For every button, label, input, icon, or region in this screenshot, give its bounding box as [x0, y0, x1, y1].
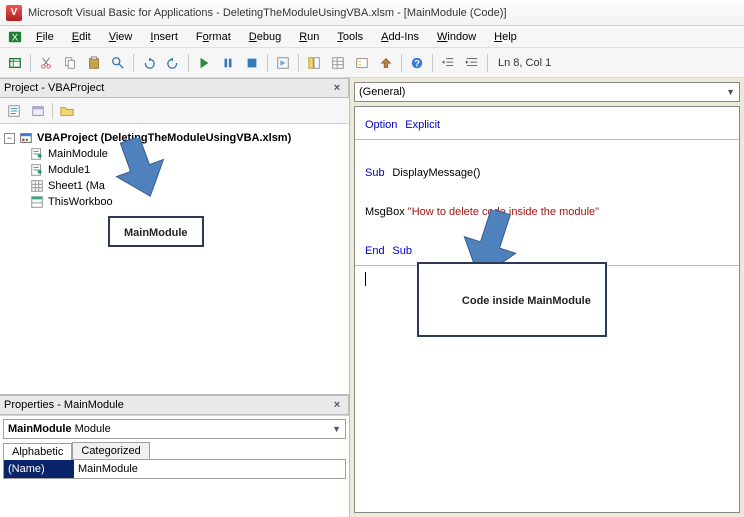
view-code-icon[interactable] [4, 101, 24, 121]
view-excel-icon[interactable] [4, 52, 26, 74]
menu-debug[interactable]: Debug [241, 29, 289, 45]
view-object-icon[interactable] [28, 101, 48, 121]
annotation-mainmodule: MainModule [108, 216, 204, 247]
menu-format[interactable]: Format [188, 29, 239, 45]
property-row[interactable]: (Name) MainModule [4, 460, 345, 478]
menu-help[interactable]: Help [486, 29, 525, 45]
excel-icon[interactable]: X [4, 26, 26, 48]
chevron-down-icon[interactable]: ▼ [332, 424, 341, 434]
properties-object-combo[interactable]: MainModule Module ▼ [3, 419, 346, 439]
property-value[interactable]: MainModule [74, 463, 142, 475]
object-combo-value: (General) [359, 86, 405, 98]
menu-file[interactable]: File [28, 29, 62, 45]
module-icon [30, 163, 44, 177]
project-toolbar [0, 98, 349, 124]
tree-item-label: ThisWorkboo [48, 196, 113, 208]
menu-window[interactable]: Window [429, 29, 484, 45]
tree-item-label: Module1 [48, 164, 90, 176]
toolbox-icon[interactable] [375, 52, 397, 74]
menu-insert[interactable]: Insert [142, 29, 186, 45]
property-name: (Name) [4, 460, 74, 478]
properties-panel-label: Properties - MainModule [4, 399, 124, 411]
properties-grid: (Name) MainModule [3, 459, 346, 479]
menubar: X File Edit View Insert Format Debug Run… [0, 26, 744, 48]
tree-item-label: MainModule [48, 148, 108, 160]
tree-project-root[interactable]: − VBAProject (DeletingTheModuleUsingVBA.… [4, 130, 345, 146]
project-tree[interactable]: − VBAProject (DeletingTheModuleUsingVBA.… [0, 124, 349, 395]
project-explorer-icon[interactable] [303, 52, 325, 74]
object-browser-icon[interactable] [351, 52, 373, 74]
menu-run[interactable]: Run [291, 29, 327, 45]
titlebar: V Microsoft Visual Basic for Application… [0, 0, 744, 26]
menu-view[interactable]: View [101, 29, 141, 45]
properties-tabs: Alphabetic Categorized [3, 442, 349, 459]
properties-panel-title: Properties - MainModule × [0, 395, 349, 415]
tree-item-mainmodule[interactable]: MainModule [4, 146, 345, 162]
cursor-position-label: Ln 8, Col 1 [498, 57, 551, 69]
window-title: Microsoft Visual Basic for Applications … [28, 7, 507, 19]
project-panel-label: Project - VBAProject [4, 82, 104, 94]
vba-logo-icon: V [6, 5, 22, 21]
design-mode-icon[interactable] [272, 52, 294, 74]
properties-panel: Properties - MainModule × MainModule Mod… [0, 395, 349, 517]
undo-icon[interactable] [138, 52, 160, 74]
toolbar: ? Ln 8, Col 1 [0, 48, 744, 78]
paste-icon[interactable] [83, 52, 105, 74]
run-icon[interactable] [193, 52, 215, 74]
annotation-code-inside: Code inside MainModule [417, 262, 607, 337]
module-icon [30, 147, 44, 161]
copy-icon[interactable] [59, 52, 81, 74]
project-panel-title: Project - VBAProject × [0, 78, 349, 98]
tree-item-sheet1[interactable]: Sheet1 (Ma [4, 178, 345, 194]
menu-edit[interactable]: Edit [64, 29, 99, 45]
properties-icon[interactable] [327, 52, 349, 74]
code-editor[interactable]: Option Explicit Sub DisplayMessage() Msg… [354, 106, 740, 513]
object-combo[interactable]: (General) ▼ [354, 82, 740, 102]
tree-collapse-icon[interactable]: − [4, 133, 15, 144]
svg-text:?: ? [414, 58, 420, 69]
redo-icon[interactable] [162, 52, 184, 74]
project-icon [19, 131, 33, 145]
menu-addins[interactable]: Add-Ins [373, 29, 427, 45]
tree-item-module1[interactable]: Module1 [4, 162, 345, 178]
cut-icon[interactable] [35, 52, 57, 74]
workbook-icon [30, 195, 44, 209]
break-icon[interactable] [217, 52, 239, 74]
tree-item-thisworkbook[interactable]: ThisWorkboo [4, 194, 345, 210]
outdent-icon[interactable] [437, 52, 459, 74]
chevron-down-icon[interactable]: ▼ [726, 87, 735, 97]
properties-panel-close-icon[interactable]: × [330, 398, 344, 412]
find-icon[interactable] [107, 52, 129, 74]
folder-icon[interactable] [57, 101, 77, 121]
svg-text:X: X [12, 32, 19, 43]
tab-alphabetic[interactable]: Alphabetic [3, 443, 72, 460]
project-panel-close-icon[interactable]: × [330, 81, 344, 95]
annotation-arrow-icon [110, 138, 170, 208]
reset-icon[interactable] [241, 52, 263, 74]
tab-categorized[interactable]: Categorized [72, 442, 149, 459]
tree-item-label: Sheet1 (Ma [48, 180, 105, 192]
menu-tools[interactable]: Tools [329, 29, 371, 45]
help-icon[interactable]: ? [406, 52, 428, 74]
sheet-icon [30, 179, 44, 193]
indent-icon[interactable] [461, 52, 483, 74]
